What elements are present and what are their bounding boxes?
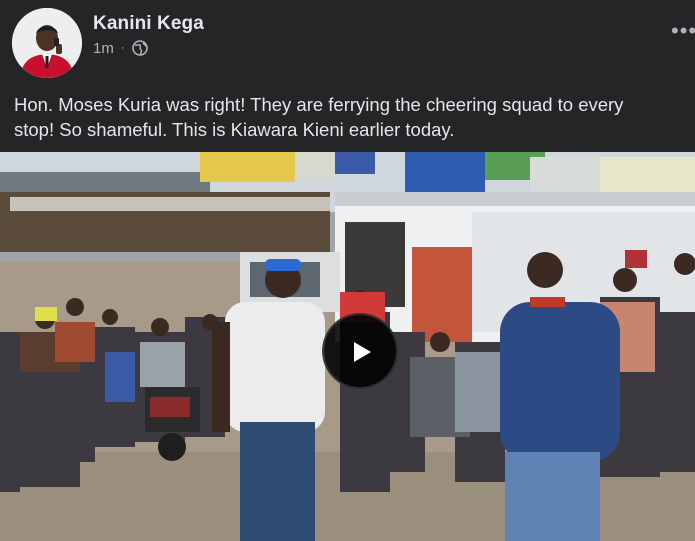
post-text-line-2: stop! So shameful. This is Kiawara Kieni… [14,119,455,140]
author-name[interactable]: Kanini Kega [93,13,204,35]
more-options-button[interactable]: ••• [671,20,695,48]
video-player[interactable] [0,152,695,541]
more-dots-icon: ••• [671,18,695,43]
author-avatar[interactable] [12,8,82,78]
post-timestamp[interactable]: 1m [93,40,114,57]
play-button[interactable] [322,313,398,389]
globe-icon[interactable] [131,40,148,56]
play-icon [354,342,371,362]
post-text-line-1: Hon. Moses Kuria was right! They are fer… [14,94,624,115]
post-meta: 1m · [93,39,148,57]
meta-separator: · [120,42,125,54]
post-header: Kanini Kega 1m · ••• [0,0,695,86]
post-text: Hon. Moses Kuria was right! They are fer… [14,92,695,142]
